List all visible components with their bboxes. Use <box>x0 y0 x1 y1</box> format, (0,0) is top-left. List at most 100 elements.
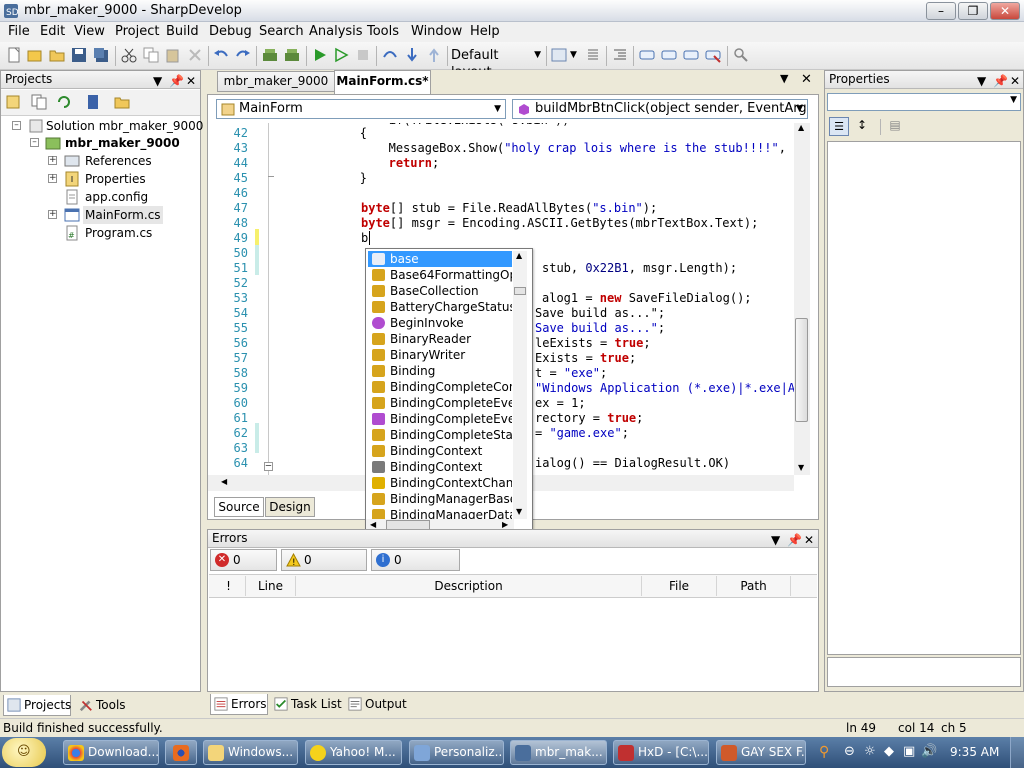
tree-node-properties[interactable]: + Properties <box>1 170 200 188</box>
cut-icon[interactable] <box>121 47 137 63</box>
categorized-icon[interactable]: ☰ <box>829 117 849 136</box>
tab-mainform[interactable]: MainForm.cs* <box>334 70 431 94</box>
save-icon[interactable] <box>71 47 87 63</box>
collapse-all-icon[interactable] <box>85 94 101 110</box>
next-bookmark-icon[interactable] <box>683 47 699 63</box>
rebuild-icon[interactable] <box>284 47 300 63</box>
autocomplete-item[interactable]: BinaryReader <box>368 331 512 347</box>
scroll-thumb[interactable] <box>795 318 808 422</box>
refresh-icon[interactable] <box>56 94 72 110</box>
network-tray-icon[interactable]: ⊖ <box>844 744 855 759</box>
step-over-icon[interactable] <box>382 47 398 63</box>
autocomplete-item[interactable]: Base64FormattingOptio <box>368 267 512 283</box>
taskbar-item-yahoo[interactable]: Yahoo! M... <box>305 740 402 765</box>
system-clock[interactable]: 9:35 AM <box>950 745 999 759</box>
column-header-file[interactable]: File <box>642 576 717 596</box>
messages-filter-button[interactable]: i 0 Messages <box>371 549 460 587</box>
collapse-icon[interactable]: – <box>12 121 21 130</box>
taskbar-item-windows[interactable]: Windows... <box>203 740 298 765</box>
run-without-debug-icon[interactable] <box>333 47 349 63</box>
maximize-button[interactable]: ❐ <box>958 2 988 20</box>
menu-view[interactable]: View <box>74 24 105 39</box>
chevron-down-icon[interactable]: ▼ <box>570 50 577 60</box>
step-into-icon[interactable] <box>404 47 420 63</box>
indent-icon[interactable] <box>612 47 628 63</box>
new-project-icon[interactable] <box>27 47 43 63</box>
expand-icon[interactable]: + <box>48 156 57 165</box>
taskbar-item-personalize[interactable]: Personaliz... <box>409 740 504 765</box>
autocomplete-item[interactable]: BindingCompleteEvent <box>368 411 512 427</box>
column-header-path[interactable]: Path <box>717 576 791 596</box>
autocomplete-item[interactable]: BaseCollection <box>368 283 512 299</box>
tab-errors[interactable]: Errors <box>210 694 268 715</box>
autocomplete-item[interactable]: BatteryChargeStatus <box>368 299 512 315</box>
menu-help[interactable]: Help <box>470 24 500 39</box>
taskbar-item-chrome[interactable]: Download... <box>63 740 159 765</box>
errors-filter-button[interactable]: ✕ 0 Errors <box>210 549 277 587</box>
menu-window[interactable]: Window <box>411 24 462 39</box>
show-all-files-icon[interactable] <box>31 94 47 110</box>
toggle-comment-icon[interactable] <box>585 47 601 63</box>
scroll-right-icon[interactable]: ▶ <box>502 520 508 529</box>
previous-bookmark-icon[interactable] <box>661 47 677 63</box>
collapse-icon[interactable]: – <box>30 138 39 147</box>
autocomplete-item[interactable]: Binding <box>368 363 512 379</box>
find-icon[interactable] <box>733 47 749 63</box>
layout-select[interactable]: Default layout ▼ <box>451 47 543 80</box>
tab-design[interactable]: Design <box>265 497 315 517</box>
menu-debug[interactable]: Debug <box>209 24 252 39</box>
close-icon[interactable]: ✕ <box>1010 73 1020 90</box>
tree-node-solution[interactable]: – Solution mbr_maker_9000 <box>1 117 203 135</box>
close-icon[interactable]: ✕ <box>186 73 196 90</box>
taskbar-item-firefox[interactable] <box>165 740 197 765</box>
tree-node-mainform[interactable]: + MainForm.cs <box>1 206 200 224</box>
open-folder-icon[interactable] <box>114 94 130 110</box>
show-desktop-button[interactable] <box>1010 737 1024 768</box>
tree-node-references[interactable]: + References <box>1 152 200 170</box>
build-icon[interactable] <box>262 47 278 63</box>
column-header-line[interactable]: Line <box>246 576 296 596</box>
scroll-left-icon[interactable]: ◀ <box>221 477 227 486</box>
close-tab-icon[interactable]: ✕ <box>801 72 812 87</box>
open-file-icon[interactable] <box>49 47 65 63</box>
step-out-icon[interactable] <box>426 47 442 63</box>
tab-source[interactable]: Source <box>214 497 264 517</box>
member-dropdown[interactable]: buildMbrBtnClick(object sender, EventArg… <box>512 99 808 119</box>
tab-tools[interactable]: Tools <box>76 695 132 716</box>
layout-options-icon[interactable] <box>551 47 567 63</box>
tab-mbr-maker[interactable]: mbr_maker_9000 <box>217 71 335 92</box>
column-header-severity[interactable]: ! <box>212 576 246 596</box>
scroll-up-icon[interactable]: ▲ <box>516 251 522 260</box>
fold-toggle-icon[interactable]: – <box>264 462 273 471</box>
tab-task-list[interactable]: Task List <box>271 694 343 715</box>
menu-search[interactable]: Search <box>259 24 304 39</box>
menu-file[interactable]: File <box>8 24 30 39</box>
alphabetical-sort-icon[interactable]: ↕ <box>852 117 872 136</box>
autocomplete-item[interactable]: BinaryWriter <box>368 347 512 363</box>
volume-tray-icon[interactable]: 🔊 <box>921 744 937 759</box>
panel-menu-icon[interactable]: ▼ <box>153 73 162 90</box>
autocomplete-item[interactable]: BeginInvoke <box>368 315 512 331</box>
tab-list-icon[interactable]: ▼ <box>780 72 788 85</box>
properties-icon[interactable] <box>5 94 21 110</box>
autocomplete-item[interactable]: BindingCompleteCont <box>368 379 512 395</box>
expand-icon[interactable]: + <box>48 174 57 183</box>
stop-icon[interactable] <box>355 47 371 63</box>
panel-menu-icon[interactable]: ▼ <box>771 532 780 549</box>
panel-menu-icon[interactable]: ▼ <box>977 73 986 90</box>
taskbar-item-hxd[interactable]: HxD - [C:\... <box>613 740 709 765</box>
pin-icon[interactable]: 📌 <box>993 73 1008 90</box>
editor-vertical-scrollbar[interactable]: ▲ ▼ <box>794 123 810 475</box>
autocomplete-scrollbar[interactable]: ▲ ▼ <box>513 251 527 519</box>
autocomplete-item[interactable]: BindingManagerDataEr <box>368 507 512 519</box>
start-button[interactable]: ☺ <box>2 738 46 767</box>
pin-icon[interactable]: 📌 <box>787 532 802 549</box>
close-window-button[interactable]: ✕ <box>990 2 1020 20</box>
class-dropdown[interactable]: MainForm ▼ <box>216 99 506 119</box>
autocomplete-item[interactable]: BindingContext <box>368 459 512 475</box>
column-header-description[interactable]: Description <box>296 576 642 596</box>
security-tray-icon[interactable]: ☼ <box>864 744 876 759</box>
minimize-button[interactable]: – <box>926 2 956 20</box>
menu-build[interactable]: Build <box>166 24 199 39</box>
menu-edit[interactable]: Edit <box>40 24 65 39</box>
